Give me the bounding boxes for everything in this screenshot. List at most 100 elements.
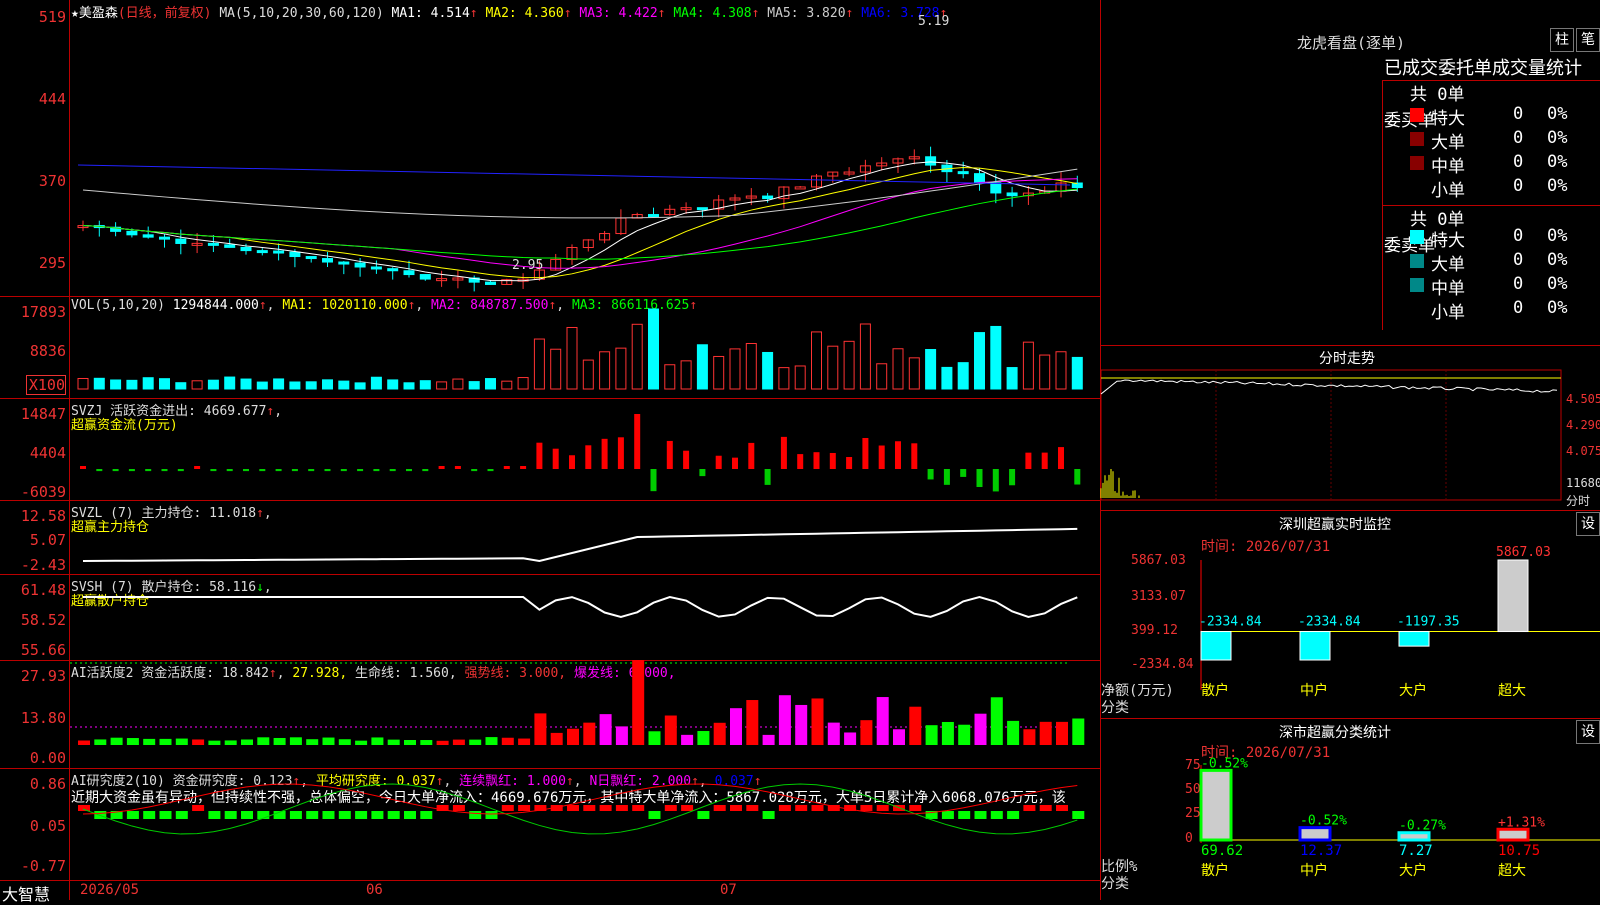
- flow-bar: [145, 469, 152, 472]
- activity-bar: [941, 721, 954, 745]
- ss-bar: [1397, 831, 1431, 842]
- flow-bar: [308, 469, 315, 472]
- ytick: 5.07: [29, 531, 66, 549]
- legend-swatch: [1410, 180, 1424, 194]
- fund-flow-bars: [80, 414, 1081, 492]
- flow-bar: [1041, 452, 1048, 469]
- volume-pane[interactable]: VOL(5,10,20) 1294844.000↑, MA1: 1020110.…: [0, 296, 1100, 398]
- volume-bar: [664, 364, 676, 390]
- bar-mode-button[interactable]: 柱: [1550, 28, 1574, 52]
- ai-research-pane[interactable]: AI研究度2(10) 资金研究度: 0.123↑, 平均研究度: 0.037↑,…: [0, 768, 1100, 880]
- activity-bar: [306, 739, 319, 745]
- research-bar: [1072, 811, 1085, 819]
- volume-bar: [1055, 351, 1067, 390]
- research-bar: [143, 811, 156, 819]
- flow-bar: [552, 448, 559, 469]
- tick-mode-button[interactable]: 笔: [1576, 28, 1600, 52]
- activity-bar: [387, 739, 400, 745]
- ytick: 14847: [20, 405, 66, 423]
- research-bar: [338, 811, 351, 819]
- legend-swatch: [1410, 108, 1424, 122]
- volume-bar: [436, 381, 448, 390]
- activity-bar: [909, 706, 922, 745]
- research-bar: [1039, 805, 1052, 811]
- activity-bar: [583, 722, 596, 745]
- research-bar: [615, 805, 628, 811]
- volume-bar: [419, 380, 431, 390]
- ts-ytick: 11680: [1566, 476, 1600, 490]
- research-bar: [159, 811, 172, 819]
- volume-bar: [1006, 367, 1018, 390]
- research-bar: [746, 805, 759, 811]
- activity-bar: [1007, 720, 1020, 745]
- ss-settings-button[interactable]: 设: [1576, 720, 1600, 744]
- research-bar: [485, 811, 498, 819]
- activity-bar: [1023, 729, 1036, 745]
- research-bar: [1023, 805, 1036, 811]
- flow-bar: [96, 469, 103, 472]
- candle: [403, 270, 415, 276]
- activity-bar: [1072, 718, 1085, 745]
- ss-cat: 超大: [1498, 863, 1526, 879]
- ss-ytick: 25: [1185, 806, 1201, 821]
- ss-bar: [1298, 826, 1332, 842]
- activity-bar: [338, 739, 351, 745]
- volume-bar: [1022, 341, 1034, 390]
- ts-label: 分时: [1566, 494, 1591, 508]
- legend-swatch: [1410, 254, 1424, 268]
- sz-ytick: -2334.84: [1131, 657, 1194, 672]
- activity-bar: [485, 737, 498, 745]
- retail-position-line: [83, 595, 1078, 619]
- activity-bar: [697, 731, 710, 745]
- flow-bar: [471, 469, 478, 472]
- activity-bar: [681, 734, 694, 745]
- candle: [762, 195, 774, 200]
- sz-settings-button[interactable]: 设: [1576, 512, 1600, 536]
- activity-bar: [241, 739, 253, 745]
- candle: [794, 186, 806, 190]
- order-stat-cell: 0: [1513, 104, 1524, 124]
- order-stat-cell: 特大: [1431, 231, 1465, 251]
- activity-bar: [273, 737, 286, 745]
- flow-bar: [878, 445, 885, 469]
- research-bar: [306, 811, 319, 819]
- research-bar: [192, 805, 205, 811]
- volume-bar: [305, 381, 317, 390]
- ytick: 27.93: [20, 667, 66, 685]
- sz-time: 时间: 2026/07/31: [1201, 539, 1331, 555]
- candle: [648, 214, 659, 218]
- activity-bar: [110, 737, 123, 745]
- research-bar: [583, 805, 596, 811]
- flow-bar: [617, 437, 624, 469]
- high-mark: 5.19: [918, 14, 950, 29]
- low-mark: 2.95: [512, 258, 544, 273]
- activity-bar: [844, 732, 857, 745]
- research-bar: [175, 811, 188, 819]
- activity-bar: [175, 738, 188, 745]
- kline-pane[interactable]: ★美盈森(日线，前复权) MA(5,10,20,30,60,120) MA1: …: [0, 0, 1100, 296]
- flow-bar: [764, 469, 771, 485]
- svzj-pane[interactable]: SVZJ 活跃资金进出: 4669.677↑, 超赢资金流(万元) 14847 …: [0, 398, 1100, 501]
- candle: [126, 230, 138, 236]
- activity-bar: [648, 731, 661, 745]
- flow-bar: [536, 442, 543, 469]
- order-stat-cell: 0: [1513, 274, 1524, 294]
- flow-bar: [862, 437, 869, 469]
- activity-bar: [990, 697, 1003, 745]
- ai-activity-pane[interactable]: AI活跃度2 资金活跃度: 18.842↑, 27.928, 生命线: 1.56…: [0, 660, 1100, 768]
- research-bar: [632, 805, 645, 811]
- svsh-pane[interactable]: SVSH (7) 散户持仓: 58.116↓, 超赢散户持仓 61.48 58.…: [0, 574, 1100, 660]
- activity-bar: [860, 720, 873, 745]
- research-bar: [452, 805, 465, 811]
- research-bar: [778, 805, 791, 811]
- flow-bar: [1009, 469, 1016, 486]
- volume-bar: [843, 340, 855, 390]
- ytick: 8836: [29, 342, 66, 360]
- sz-cat: 中户: [1300, 682, 1328, 699]
- order-stat-cell: 0: [1513, 128, 1524, 148]
- chart-area[interactable]: ★美盈森(日线，前复权) MA(5,10,20,30,60,120) MA1: …: [0, 0, 1100, 904]
- research-bar: [387, 811, 400, 819]
- volume-bar: [273, 378, 285, 390]
- activity-bar: [143, 738, 156, 745]
- svzl-pane[interactable]: SVZL (7) 主力持仓: 11.018↑, 超赢主力持仓 12.58 5.0…: [0, 500, 1100, 574]
